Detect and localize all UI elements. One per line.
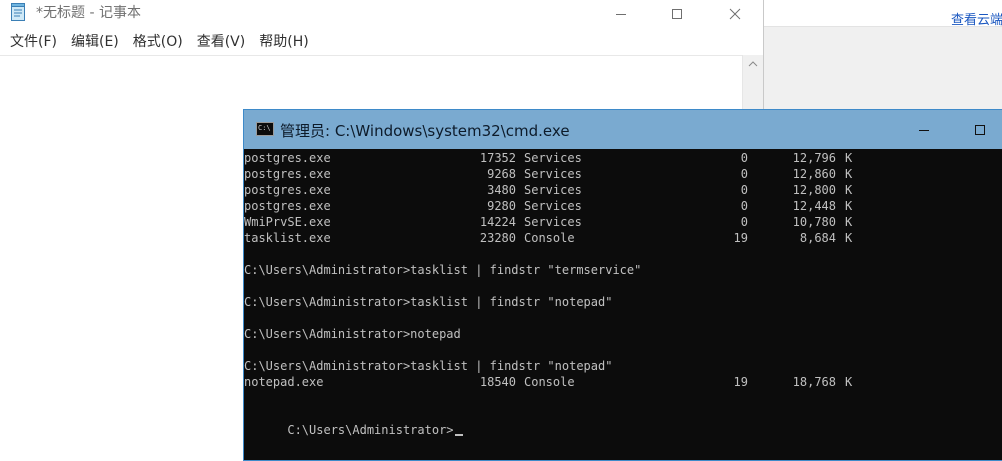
command-line: C:\Users\Administrator>notepad — [244, 327, 461, 341]
task-session-number: 0 — [740, 199, 748, 213]
task-session-number: 0 — [740, 151, 748, 165]
task-pid: 3480 — [487, 183, 516, 197]
task-image: postgres.exe — [244, 183, 331, 197]
task-session-number: 0 — [740, 167, 748, 181]
notepad-minimize-button[interactable] — [592, 0, 650, 27]
task-session: Services — [524, 151, 582, 165]
task-pid: 9280 — [487, 199, 516, 213]
task-image: notepad.exe — [244, 375, 324, 389]
task-memory-unit: K — [845, 199, 853, 213]
task-pid: 9268 — [487, 167, 516, 181]
task-pid: 14224 — [479, 215, 516, 229]
cmd-titlebar[interactable]: C:\ 管理员: C:\Windows\system32\cmd.exe — [244, 110, 1002, 149]
task-row: postgres.exe 9268 Services 0 12,860 K — [244, 166, 852, 182]
task-memory-unit: K — [845, 167, 853, 181]
task-row: tasklist.exe 23280 Console 19 8,684 K — [244, 230, 852, 246]
task-image: postgres.exe — [244, 199, 331, 213]
view-cloud-link[interactable]: 查看云端 — [951, 9, 1002, 28]
maximize-icon — [975, 124, 985, 135]
task-pid: 17352 — [479, 151, 516, 165]
notepad-maximize-button[interactable] — [648, 0, 706, 27]
task-memory: 10,780 — [792, 215, 836, 229]
task-session: Console — [524, 375, 575, 389]
task-memory: 12,800 — [792, 183, 836, 197]
task-image: tasklist.exe — [244, 231, 331, 245]
task-session-number: 0 — [740, 183, 748, 197]
scroll-up-button[interactable] — [743, 55, 763, 73]
notepad-title: *无标题 - 记事本 — [36, 5, 141, 21]
menu-format[interactable]: 格式(O) — [133, 31, 183, 51]
menu-edit[interactable]: 编辑(E) — [71, 31, 119, 51]
notepad-icon — [11, 3, 25, 21]
close-icon — [729, 8, 741, 19]
current-prompt-line[interactable]: C:\Users\Administrator> — [244, 406, 463, 437]
task-memory-unit: K — [845, 231, 853, 245]
notepad-close-button[interactable] — [706, 0, 764, 27]
task-session: Services — [524, 167, 582, 181]
task-image: postgres.exe — [244, 167, 331, 181]
notepad-titlebar[interactable]: *无标题 - 记事本 — [0, 0, 763, 27]
cmd-window: C:\ 管理员: C:\Windows\system32\cmd.exe pos… — [243, 109, 1002, 461]
task-row: postgres.exe 9280 Services 0 12,448 K — [244, 198, 852, 214]
task-memory: 12,860 — [792, 167, 836, 181]
task-memory-unit: K — [845, 375, 853, 389]
task-memory-unit: K — [845, 183, 853, 197]
task-session: Services — [524, 199, 582, 213]
task-pid: 23280 — [479, 231, 516, 245]
task-image: postgres.exe — [244, 151, 331, 165]
menu-help[interactable]: 帮助(H) — [259, 31, 308, 51]
chevron-up-icon — [748, 61, 758, 67]
cmd-icon: C:\ — [256, 122, 274, 136]
task-session-number: 0 — [740, 215, 748, 229]
task-session: Services — [524, 183, 582, 197]
task-memory: 18,768 — [792, 375, 836, 389]
task-row: postgres.exe 3480 Services 0 12,800 K — [244, 182, 852, 198]
command-line: C:\Users\Administrator>tasklist | findst… — [244, 295, 613, 309]
task-pid: 18540 — [479, 375, 516, 389]
maximize-icon — [672, 8, 682, 19]
menu-file[interactable]: 文件(F) — [10, 31, 57, 51]
task-image: WmiPrvSE.exe — [244, 215, 331, 229]
task-memory-unit: K — [845, 215, 853, 229]
minimize-icon — [919, 129, 929, 131]
task-row: notepad.exe 18540 Console 19 18,768 K — [244, 374, 852, 390]
task-session: Services — [524, 215, 582, 229]
task-row: postgres.exe 17352 Services 0 12,796 K — [244, 150, 852, 166]
cmd-title: 管理员: C:\Windows\system32\cmd.exe — [280, 122, 570, 140]
cmd-minimize-button[interactable] — [896, 110, 952, 149]
task-memory-unit: K — [845, 151, 853, 165]
task-session: Console — [524, 231, 575, 245]
text-cursor — [454, 434, 463, 436]
minimize-icon — [616, 13, 626, 15]
command-line: C:\Users\Administrator>tasklist | findst… — [244, 359, 613, 373]
cmd-maximize-button[interactable] — [952, 110, 1002, 149]
task-memory: 8,684 — [799, 231, 836, 245]
task-row: WmiPrvSE.exe 14224 Services 0 10,780 K — [244, 214, 852, 230]
task-memory: 12,448 — [792, 199, 836, 213]
notepad-menubar: 文件(F) 编辑(E) 格式(O) 查看(V) 帮助(H) — [0, 27, 763, 55]
task-session-number: 19 — [733, 375, 748, 389]
task-session-number: 19 — [733, 231, 748, 245]
prompt-text: C:\Users\Administrator> — [287, 423, 454, 437]
menu-view[interactable]: 查看(V) — [197, 31, 246, 51]
cmd-icon-text: C:\ — [258, 124, 271, 132]
cmd-console-output[interactable]: postgres.exe 17352 Services 0 12,796 K p… — [244, 150, 1002, 460]
task-memory: 12,796 — [792, 151, 836, 165]
command-line: C:\Users\Administrator>tasklist | findst… — [244, 263, 642, 277]
